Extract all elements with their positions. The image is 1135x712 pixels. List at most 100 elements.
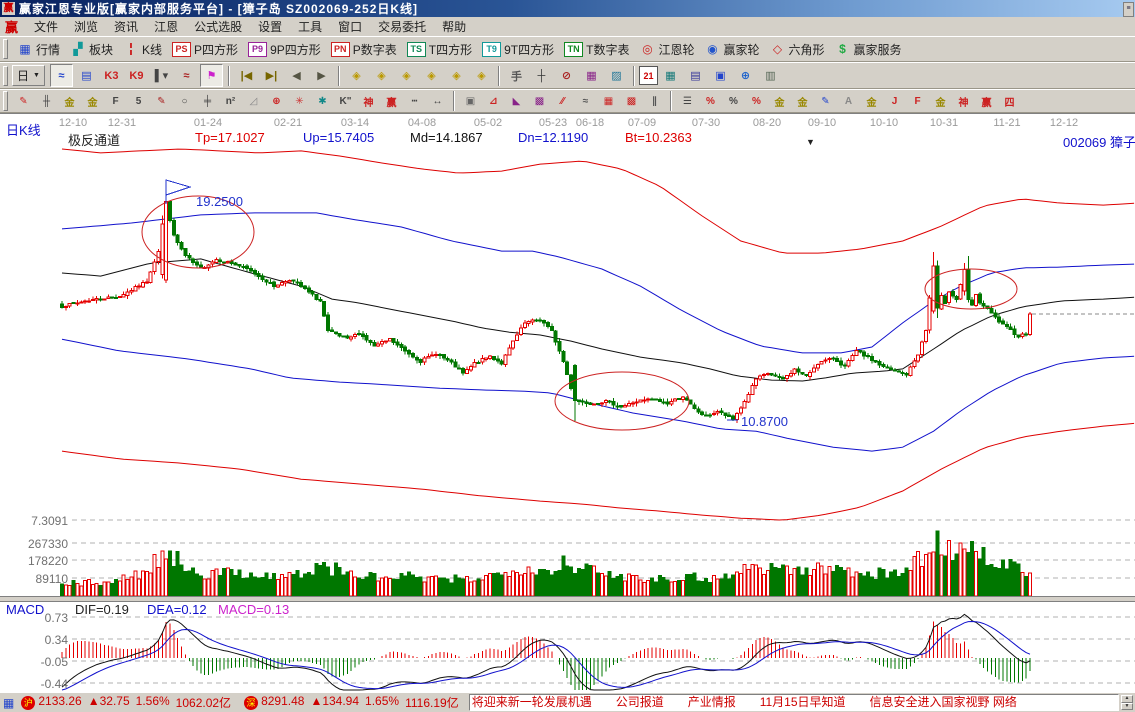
channel-tool-icon[interactable]: ≈ xyxy=(50,64,73,87)
gold-grid2-icon[interactable]: 金 xyxy=(82,91,103,112)
period-day-dropdown[interactable]: 日▼ xyxy=(12,65,45,86)
menu-item-交易委托[interactable]: 交易委托 xyxy=(370,17,434,36)
web-icon[interactable]: ✱ xyxy=(312,91,333,112)
sectors-button[interactable]: ▞板块 xyxy=(65,40,118,59)
hash-ticks-icon[interactable]: ╪ xyxy=(197,91,218,112)
candle-style-icon[interactable]: ▌▾ xyxy=(150,64,173,87)
menu-item-工具[interactable]: 工具 xyxy=(290,17,330,36)
kline-button[interactable]: ╏K线 xyxy=(118,40,167,59)
t-square-button[interactable]: TST四方形 xyxy=(402,40,477,59)
gann-diamond-icon-1[interactable]: ◈ xyxy=(345,64,368,87)
notes-icon[interactable]: ▤ xyxy=(684,64,707,87)
si-angle-icon[interactable]: 四 xyxy=(999,91,1020,112)
zoom-off-icon[interactable]: ⊘ xyxy=(555,64,578,87)
flag-tool-icon[interactable]: ⚑ xyxy=(200,64,223,87)
pen-tool-icon[interactable]: ✎ xyxy=(13,91,34,112)
grid-ticks-icon[interactable]: ╫ xyxy=(36,91,57,112)
red-grid-b-icon[interactable]: ▩ xyxy=(621,91,642,112)
grid-box-icon[interactable]: ▩ xyxy=(529,91,550,112)
cycle-circle-icon[interactable]: ○ xyxy=(174,91,195,112)
p-table-button[interactable]: PNP数字表 xyxy=(326,40,402,59)
kline9-icon[interactable]: K9 xyxy=(125,64,148,87)
t-table-button[interactable]: TNT数字表 xyxy=(559,40,634,59)
shen-angle-icon[interactable]: 神 xyxy=(953,91,974,112)
toolbar-grip[interactable] xyxy=(3,91,8,111)
last-bar-icon[interactable]: ▶| xyxy=(260,64,283,87)
percent-line-red-icon[interactable]: % xyxy=(700,91,721,112)
parallel-lines-icon[interactable]: ∥ xyxy=(644,91,665,112)
calendar-icon[interactable]: 21 xyxy=(639,66,658,85)
percent-under-icon[interactable]: % xyxy=(746,91,767,112)
red-star-icon[interactable]: ✳ xyxy=(289,91,310,112)
p-square-button[interactable]: PSP四方形 xyxy=(167,40,243,59)
percent-icon[interactable]: % xyxy=(723,91,744,112)
j-angle-icon[interactable]: J xyxy=(884,91,905,112)
gann-wheel-button[interactable]: ◎江恩轮 xyxy=(634,40,699,59)
ruler123-icon[interactable]: ┅ xyxy=(404,91,425,112)
hexagon-button[interactable]: ◇六角形 xyxy=(765,40,830,59)
prev-bar-icon[interactable]: ◀ xyxy=(285,64,308,87)
window-control-partial[interactable]: ≡ xyxy=(1123,2,1134,17)
f-angle-icon[interactable]: F xyxy=(907,91,928,112)
five-ticks-icon[interactable]: 5 xyxy=(128,91,149,112)
pattern-icon[interactable]: ▨ xyxy=(605,64,628,87)
chart-area[interactable]: 日K线 极反通道 002069 獐子岛 ▼ 19.2500 10.8700 12… xyxy=(0,113,1135,692)
collapse-marker-icon[interactable]: ▼ xyxy=(806,137,815,147)
set-square-icon[interactable]: ◿ xyxy=(243,91,264,112)
calculator-icon[interactable]: ▦ xyxy=(659,64,682,87)
menu-item-江恩[interactable]: 江恩 xyxy=(146,17,186,36)
gold-grid1-icon[interactable]: 金 xyxy=(59,91,80,112)
menu-item-文件[interactable]: 文件 xyxy=(26,17,66,36)
p9-square-button[interactable]: P99P四方形 xyxy=(243,40,326,59)
red-grid-a-icon[interactable]: ▦ xyxy=(598,91,619,112)
gold-circle-icon[interactable]: 金 xyxy=(769,91,790,112)
menu-item-浏览[interactable]: 浏览 xyxy=(66,17,106,36)
f-ticks-icon[interactable]: F xyxy=(105,91,126,112)
wave-tool-icon[interactable]: ≈ xyxy=(575,91,596,112)
red-wave-icon[interactable]: ≈ xyxy=(175,64,198,87)
width-arrows-icon[interactable]: ↔ xyxy=(427,91,448,112)
angle-lines-icon[interactable]: ∕∕ xyxy=(552,91,573,112)
winner-service-button[interactable]: $赢家服务 xyxy=(830,40,907,59)
quotes-button[interactable]: ▦行情 xyxy=(12,40,65,59)
news-ticker[interactable]: 将迎来新一轮发展机遇 公司报道 产业情报 11月15日早知道 信息安全进入国家视… xyxy=(469,694,1119,711)
news-up-icon[interactable]: ▲ xyxy=(1121,695,1133,703)
price-bars-icon[interactable]: ☰ xyxy=(677,91,698,112)
kline3-icon[interactable]: K3 xyxy=(100,64,123,87)
menu-item-帮助[interactable]: 帮助 xyxy=(434,17,474,36)
t9-square-button[interactable]: T99T四方形 xyxy=(477,40,559,59)
pen-chart-icon[interactable]: ✎ xyxy=(815,91,836,112)
fan-box-icon[interactable]: ◣ xyxy=(506,91,527,112)
pen2-tool-icon[interactable]: ✎ xyxy=(151,91,172,112)
next-bar-icon[interactable]: ▶ xyxy=(310,64,333,87)
info-panel-icon[interactable]: ▤ xyxy=(75,64,98,87)
save-icon[interactable]: ▣ xyxy=(709,64,732,87)
fan-lines-icon[interactable]: ⊿ xyxy=(483,91,504,112)
toolbar-grip[interactable] xyxy=(3,39,8,59)
gann-box-icon[interactable]: ▦ xyxy=(580,64,603,87)
gann-diamond-icon-4[interactable]: ◈ xyxy=(420,64,443,87)
menu-item-窗口[interactable]: 窗口 xyxy=(330,17,370,36)
gold-line-icon[interactable]: 金 xyxy=(792,91,813,112)
crosshair-icon[interactable]: ┼ xyxy=(530,64,553,87)
menu-item-设置[interactable]: 设置 xyxy=(250,17,290,36)
news-down-icon[interactable]: ▼ xyxy=(1121,703,1133,711)
network-icon[interactable]: ⊕ xyxy=(734,64,757,87)
winner-wheel-button[interactable]: ◉赢家轮 xyxy=(699,40,764,59)
ying-angle-icon[interactable]: 赢 xyxy=(976,91,997,112)
menu-item-公式选股[interactable]: 公式选股 xyxy=(186,17,250,36)
gann-diamond-icon-5[interactable]: ◈ xyxy=(445,64,468,87)
k-quote-icon[interactable]: K" xyxy=(335,91,356,112)
a-wave-icon[interactable]: A xyxy=(838,91,859,112)
pan-hand-icon[interactable]: 手 xyxy=(505,64,528,87)
first-bar-icon[interactable]: |◀ xyxy=(235,64,258,87)
status-quote-icon[interactable]: ▦ xyxy=(3,696,14,710)
box-draw-icon[interactable]: ▣ xyxy=(460,91,481,112)
toolbar-grip[interactable] xyxy=(3,66,8,86)
gann-diamond-icon-3[interactable]: ◈ xyxy=(395,64,418,87)
gann-diamond-icon-6[interactable]: ◈ xyxy=(470,64,493,87)
gann-diamond-icon-2[interactable]: ◈ xyxy=(370,64,393,87)
shen-tool-icon[interactable]: 神 xyxy=(358,91,379,112)
export-icon[interactable]: ▥ xyxy=(759,64,782,87)
gold-angle-icon[interactable]: 金 xyxy=(930,91,951,112)
